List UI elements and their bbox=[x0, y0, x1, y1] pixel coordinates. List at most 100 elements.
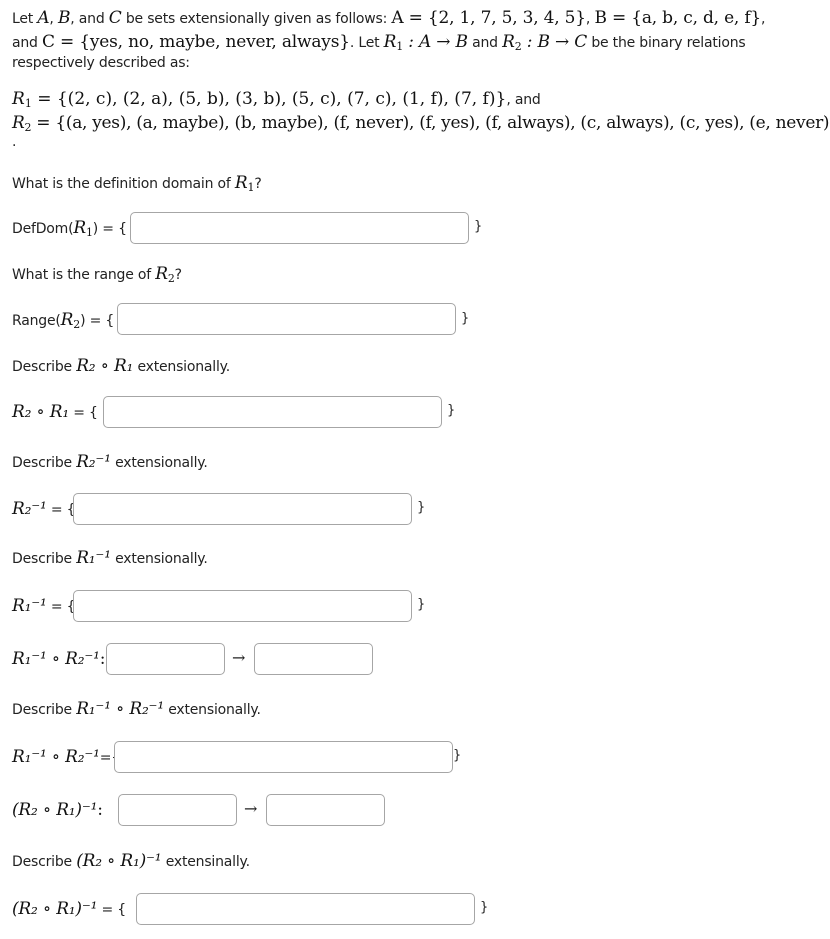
r1-pairs: = {(2, c), (2, a), (5, b), (3, b), (5, c… bbox=[31, 89, 507, 109]
label-text: DefDom( bbox=[12, 221, 74, 237]
intro-line-2: and C = {yes, no, maybe, never, always}.… bbox=[12, 32, 746, 53]
label-text: = { bbox=[97, 902, 126, 918]
prompt-math: R₂⁻¹ bbox=[76, 452, 111, 472]
prompt-math: R1 bbox=[234, 173, 255, 194]
r1-symbol: R bbox=[383, 32, 397, 52]
prompt-suffix: extensionally. bbox=[115, 455, 208, 471]
intro-text: and bbox=[12, 35, 38, 51]
set-A-symbol: A bbox=[37, 8, 50, 28]
r2-signature-rest: : B → C bbox=[521, 32, 588, 52]
label-colon: : bbox=[99, 649, 106, 669]
set-C-symbol: C bbox=[108, 8, 122, 28]
intro-text: be sets extensionally given as follows: bbox=[125, 11, 388, 27]
prompt-text: Describe bbox=[12, 854, 72, 870]
r1-label: R bbox=[12, 89, 25, 109]
math-symbol: R₂⁻¹ bbox=[12, 499, 47, 519]
intro-text: , bbox=[761, 11, 766, 27]
closing-brace: } bbox=[417, 500, 426, 515]
closing-brace: } bbox=[417, 597, 426, 612]
math-symbol: (R₂ ∘ R₁)⁻¹ bbox=[12, 899, 98, 919]
intro-text: and bbox=[78, 11, 105, 27]
label-text: = { bbox=[68, 405, 98, 421]
question-composition-prompt: Describe R₂ ∘ R₁ extensionally. bbox=[12, 356, 230, 376]
composition-label: R₂ ∘ R₁ = { bbox=[12, 402, 98, 422]
r1-trailing-text: , and bbox=[506, 92, 541, 108]
prompt-text: Describe bbox=[12, 455, 72, 471]
prompt-suffix: extensinally. bbox=[165, 854, 250, 870]
inverse-composition-answer-input[interactable] bbox=[114, 741, 453, 773]
closing-brace: } bbox=[480, 900, 489, 915]
composition-inverse-domain-input[interactable] bbox=[118, 794, 237, 826]
intro-text: , bbox=[49, 11, 54, 27]
set-C-definition: C = {yes, no, maybe, never, always} bbox=[42, 32, 350, 52]
prompt-math: R₂ ∘ R₁ bbox=[76, 356, 134, 376]
closing-brace: } bbox=[474, 219, 483, 234]
closing-brace: } bbox=[461, 311, 470, 326]
closing-brace: } bbox=[453, 748, 462, 763]
composition-inverse-signature-label: (R₂ ∘ R₁)⁻¹: bbox=[12, 800, 103, 820]
prompt-suffix: extensionally. bbox=[137, 359, 231, 375]
trailing-dot: . bbox=[12, 134, 17, 150]
r1-signature-rest: : A → B bbox=[403, 32, 468, 52]
range-answer-input[interactable] bbox=[117, 303, 456, 335]
r2-label: R bbox=[12, 113, 25, 133]
r1-label-sub: 1 bbox=[24, 97, 32, 110]
relation-R1-definition: R1 = {(2, c), (2, a), (5, b), (3, b), (5… bbox=[12, 89, 541, 110]
question-defdom-prompt: What is the definition domain of R1? bbox=[12, 173, 262, 194]
math-symbol: R₁⁻¹ ∘ R₂⁻¹ bbox=[12, 649, 100, 669]
r2-inverse-answer-input[interactable] bbox=[73, 493, 412, 525]
prompt-text: Describe bbox=[12, 359, 72, 375]
r1-inverse-label: R₁⁻¹ = { bbox=[12, 596, 76, 616]
question-inverse-composition-prompt: Describe R₁⁻¹ ∘ R₂⁻¹ extensionally. bbox=[12, 699, 261, 719]
intro-text: and bbox=[472, 35, 498, 51]
inverse-composition-label: R₁⁻¹ ∘ R₂⁻¹={ bbox=[12, 747, 120, 767]
r2-symbol: R bbox=[502, 32, 515, 52]
set-B-definition: B = {a, b, c, d, e, f} bbox=[594, 8, 762, 28]
inverse-composition-domain-input[interactable] bbox=[106, 643, 225, 675]
math-subscript: 2 bbox=[167, 272, 175, 285]
r2-inverse-label: R₂⁻¹ = { bbox=[12, 499, 76, 519]
prompt-math: R₁⁻¹ ∘ R₂⁻¹ bbox=[76, 699, 164, 719]
right-arrow-icon: → bbox=[244, 799, 258, 818]
math-symbol: R₁⁻¹ ∘ R₂⁻¹ bbox=[12, 747, 100, 767]
label-text: ) = { bbox=[92, 221, 127, 237]
math-symbol: R bbox=[234, 173, 248, 193]
intro-text: Let bbox=[12, 11, 34, 27]
label-colon: : bbox=[97, 800, 103, 820]
label-text: = { bbox=[46, 599, 76, 615]
intro-text: , bbox=[70, 11, 75, 27]
r2-pairs: = {(a, yes), (a, maybe), (b, maybe), (f,… bbox=[31, 113, 830, 133]
intro-text: be the binary relations bbox=[591, 35, 746, 51]
r2-subscript: 2 bbox=[514, 40, 522, 53]
math-symbol: R₂ ∘ R₁ bbox=[12, 402, 69, 422]
prompt-text: What is the definition domain of bbox=[12, 176, 231, 192]
closing-brace: } bbox=[447, 403, 456, 418]
prompt-math: R₁⁻¹ bbox=[76, 548, 111, 568]
prompt-suffix: ? bbox=[174, 267, 182, 283]
defdom-answer-input[interactable] bbox=[130, 212, 469, 244]
label-text: = { bbox=[46, 502, 76, 518]
math-symbol: R bbox=[73, 218, 86, 238]
math-subscript: 1 bbox=[85, 226, 93, 239]
question-range-prompt: What is the range of R2? bbox=[12, 264, 182, 285]
math-symbol: (R₂ ∘ R₁)⁻¹ bbox=[12, 800, 98, 820]
math-symbol: R bbox=[60, 310, 74, 330]
intro-text: , bbox=[585, 11, 591, 27]
range-label: Range(R2) = { bbox=[12, 310, 114, 331]
math-symbol: R₁⁻¹ bbox=[12, 596, 47, 616]
composition-inverse-answer-input[interactable] bbox=[136, 893, 475, 925]
label-text: ) = { bbox=[80, 313, 115, 329]
intro-text: . Let bbox=[349, 35, 380, 51]
set-B-symbol: B bbox=[57, 8, 71, 28]
inverse-composition-signature-label: R₁⁻¹ ∘ R₂⁻¹: bbox=[12, 649, 105, 669]
right-arrow-icon: → bbox=[232, 648, 246, 667]
question-composition-inverse-prompt: Describe (R₂ ∘ R₁)⁻¹ extensinally. bbox=[12, 851, 250, 871]
composition-inverse-codomain-input[interactable] bbox=[266, 794, 385, 826]
relation-R2-signature: R2 : B → C bbox=[502, 32, 588, 53]
composition-inverse-label: (R₂ ∘ R₁)⁻¹ = { bbox=[12, 899, 126, 919]
r1-inverse-answer-input[interactable] bbox=[73, 590, 412, 622]
prompt-suffix: extensionally. bbox=[115, 551, 208, 567]
composition-answer-input[interactable] bbox=[103, 396, 442, 428]
defdom-label: DefDom(R1) = { bbox=[12, 218, 127, 239]
inverse-composition-codomain-input[interactable] bbox=[254, 643, 373, 675]
